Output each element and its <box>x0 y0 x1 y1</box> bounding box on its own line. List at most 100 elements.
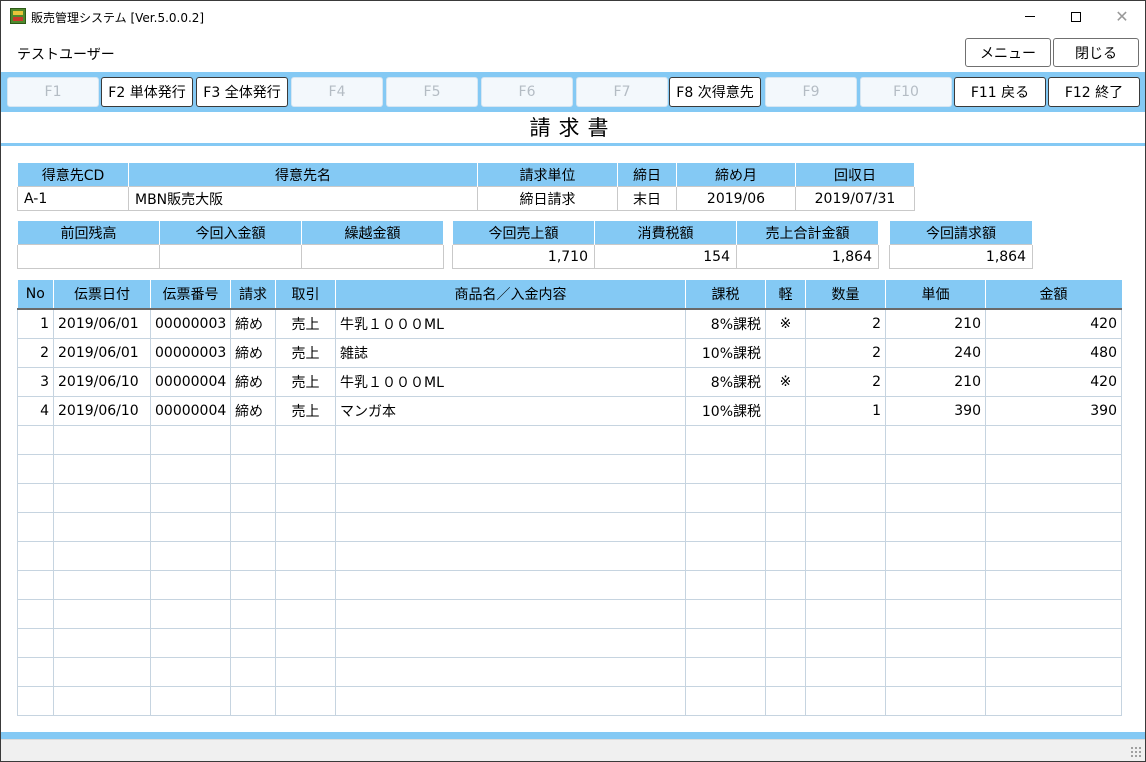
maximize-button[interactable] <box>1053 1 1099 32</box>
detail-cell-empty <box>805 627 886 658</box>
detail-cell: 420 <box>985 366 1122 397</box>
detail-header-cell-7: 軽 <box>765 280 806 309</box>
table-row-empty[interactable] <box>17 424 1122 455</box>
detail-cell-empty <box>805 598 886 629</box>
customer-info-table: 得意先CD 得意先名 請求単位 締日 締め月 回収日 A-1 MBN販売大阪 締日請求 末日 20… <box>17 162 915 211</box>
detail-cell-empty <box>805 685 886 716</box>
resize-grip-icon[interactable] <box>1130 746 1142 758</box>
detail-cell-empty <box>275 482 336 513</box>
detail-cell: 牛乳１０００ML <box>335 308 686 339</box>
table-row-empty[interactable] <box>17 656 1122 687</box>
detail-header-cell-4: 取引 <box>275 280 336 309</box>
detail-cell-empty <box>230 598 276 629</box>
detail-cell-empty <box>150 569 231 600</box>
detail-cell-empty <box>985 569 1122 600</box>
table-row-empty[interactable] <box>17 511 1122 542</box>
detail-cell: 00000003 <box>150 337 231 368</box>
detail-cell: 390 <box>885 395 986 426</box>
detail-cell-empty <box>17 540 54 571</box>
detail-cell-empty <box>335 569 686 600</box>
detail-cell-empty <box>53 424 151 455</box>
table-row-empty[interactable] <box>17 540 1122 571</box>
invoice-total-header: 今回請求額 <box>889 220 1033 245</box>
detail-cell: 00000003 <box>150 308 231 339</box>
detail-cell-empty <box>685 453 766 484</box>
detail-cell-empty <box>805 453 886 484</box>
detail-cell-empty <box>885 627 986 658</box>
detail-cell: 480 <box>985 337 1122 368</box>
customer-info-header: 得意先CD 得意先名 請求単位 締日 締め月 回収日 <box>17 162 915 187</box>
detail-cell-empty <box>685 540 766 571</box>
status-bar <box>1 739 1145 761</box>
invoice-detail-grid[interactable]: No 伝票日付 伝票番号 請求 取引 商品名／入金内容 課税軽数量 単価 金額 1 2019/06… <box>17 280 1122 716</box>
close-window-x-button[interactable]: ✕ <box>1099 1 1145 32</box>
detail-cell-empty <box>765 685 806 716</box>
detail-cell: 2019/06/01 <box>53 337 151 368</box>
minimize-button[interactable] <box>1007 1 1053 32</box>
footer-band <box>1 732 1145 739</box>
fkey-f12-button[interactable]: F12 終了 <box>1048 77 1140 107</box>
sales-summary-header: 今回売上額 消費税額 売上合計金額 <box>452 220 879 245</box>
detail-cell: 420 <box>985 308 1122 339</box>
detail-cell-empty <box>275 598 336 629</box>
detail-cell-empty <box>275 453 336 484</box>
page-title: 請求書 <box>529 116 617 140</box>
detail-cell-empty <box>150 656 231 687</box>
detail-cell-empty <box>805 424 886 455</box>
function-key-bar: F1 F2 単体発行 F3 全体発行 F4 F5 F6 F7 F8 次得意先 F9 F10 F11 … <box>1 72 1145 112</box>
fkey-f11-button[interactable]: F11 戻る <box>954 77 1046 107</box>
detail-cell-empty <box>685 482 766 513</box>
detail-cell-empty <box>17 424 54 455</box>
balance-value-cell-1 <box>159 244 302 269</box>
table-row[interactable]: 3 2019/06/10 00000004 締め 売上 牛乳１０００ML 8%課税 ※ 2 210… <box>17 366 1122 397</box>
detail-cell-empty <box>885 482 986 513</box>
detail-cell: 00000004 <box>150 366 231 397</box>
fkey-f8-button[interactable]: F8 次得意先 <box>669 77 761 107</box>
detail-cell: ※ <box>765 308 806 339</box>
balance-row <box>17 244 444 269</box>
detail-cell-empty <box>17 511 54 542</box>
fkey-f2-button[interactable]: F2 単体発行 <box>101 77 193 107</box>
customer-header-cell-0: 得意先CD <box>17 162 129 187</box>
detail-cell: 10%課税 <box>685 337 766 368</box>
detail-cell-empty <box>805 540 886 571</box>
table-row-empty[interactable] <box>17 685 1122 716</box>
table-row-empty[interactable] <box>17 598 1122 629</box>
customer-value-cell-0: A-1 <box>17 186 129 211</box>
detail-cell-empty <box>765 627 806 658</box>
table-row-empty[interactable] <box>17 453 1122 484</box>
detail-header-cell-10: 金額 <box>985 280 1122 309</box>
customer-value-cell-5: 2019/07/31 <box>795 186 915 211</box>
detail-cell-empty <box>17 685 54 716</box>
detail-cell-empty <box>17 598 54 629</box>
detail-cell-empty <box>985 511 1122 542</box>
menu-button[interactable]: メニュー <box>965 38 1051 67</box>
detail-header-cell-8: 数量 <box>805 280 886 309</box>
detail-cell-empty <box>150 482 231 513</box>
balance-header-cell-2: 繰越金額 <box>301 220 444 245</box>
table-row-empty[interactable] <box>17 482 1122 513</box>
fkey-f3-button[interactable]: F3 全体発行 <box>196 77 288 107</box>
detail-header-cell-1: 伝票日付 <box>53 280 151 309</box>
detail-cell: 1 <box>17 308 54 339</box>
close-button[interactable]: 閉じる <box>1053 38 1139 67</box>
detail-cell-empty <box>17 656 54 687</box>
table-row[interactable]: 4 2019/06/10 00000004 締め 売上 マンガ本 10%課税 1 390 390 <box>17 395 1122 426</box>
sales-value-cell-1: 154 <box>594 244 737 269</box>
detail-cell: 4 <box>17 395 54 426</box>
table-row-empty[interactable] <box>17 627 1122 658</box>
detail-cell <box>765 337 806 368</box>
detail-cell-empty <box>335 511 686 542</box>
detail-cell-empty <box>685 627 766 658</box>
detail-cell: ※ <box>765 366 806 397</box>
detail-cell-empty <box>150 540 231 571</box>
detail-cell-empty <box>335 598 686 629</box>
table-row[interactable]: 2 2019/06/01 00000003 締め 売上 雑誌 10%課税 2 240 480 <box>17 337 1122 368</box>
table-row-empty[interactable] <box>17 569 1122 600</box>
detail-cell-empty <box>53 482 151 513</box>
detail-cell-empty <box>230 656 276 687</box>
detail-cell-empty <box>885 540 986 571</box>
detail-cell-empty <box>885 656 986 687</box>
table-row[interactable]: 1 2019/06/01 00000003 締め 売上 牛乳１０００ML 8%課税 ※ 2 210… <box>17 308 1122 339</box>
detail-cell-empty <box>53 569 151 600</box>
